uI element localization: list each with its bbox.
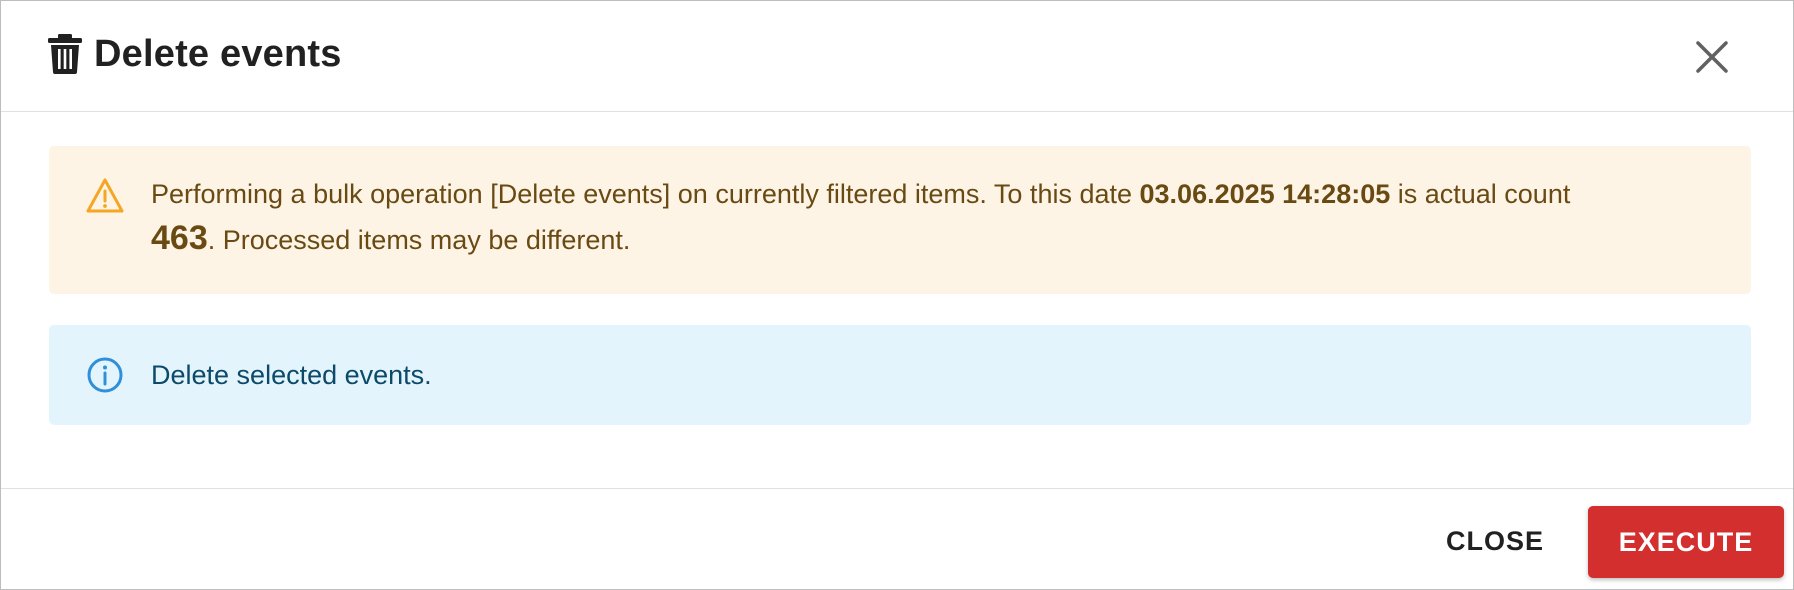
dialog-title: Delete events: [94, 33, 342, 75]
info-circle-icon: [85, 355, 125, 395]
warning-triangle-icon: [85, 176, 125, 216]
warning-text-part: is actual count: [1390, 179, 1571, 209]
dialog-footer: CLOSE EXECUTE: [1, 488, 1793, 590]
close-button[interactable]: CLOSE: [1425, 515, 1565, 567]
warning-text-part: . Processed items may be different.: [207, 225, 631, 255]
delete-events-dialog: Delete events Performing a bulk operatio…: [0, 0, 1794, 590]
info-alert: Delete selected events.: [49, 325, 1751, 425]
warning-message: Performing a bulk operation [Delete even…: [151, 172, 1711, 262]
dialog-header: Delete events: [1, 1, 1793, 112]
info-message: Delete selected events.: [151, 360, 432, 390]
execute-button[interactable]: EXECUTE: [1588, 506, 1784, 578]
warning-count: 463: [151, 219, 208, 257]
warning-alert: Performing a bulk operation [Delete even…: [49, 146, 1751, 294]
warning-date: 03.06.2025 14:28:05: [1139, 179, 1391, 209]
warning-text-part: Performing a bulk operation [Delete even…: [151, 179, 1140, 209]
trash-icon: [48, 34, 82, 74]
close-icon[interactable]: [1692, 37, 1732, 77]
